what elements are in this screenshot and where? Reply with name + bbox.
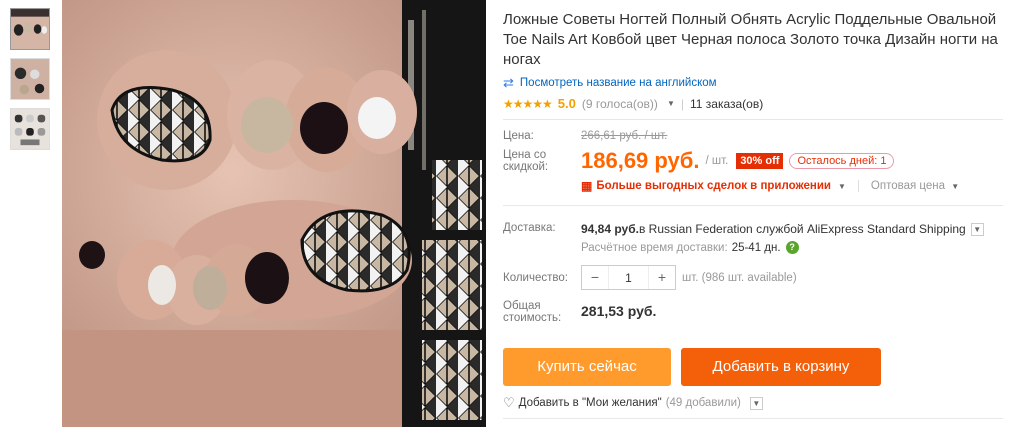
grid-icon: ▦ [581, 179, 593, 193]
delivery-time-label: Расчётное время доставки: [581, 241, 728, 254]
quantity-increase-button[interactable]: + [649, 266, 675, 289]
price-label: Цена: [503, 130, 534, 142]
app-deals-label: Больше выгодных сделок в приложении [596, 180, 831, 192]
wishlist-link[interactable]: Добавить в "Мои желания" [519, 397, 662, 409]
divider [503, 119, 1003, 120]
chevron-down-icon: ▼ [951, 182, 960, 191]
discount-badge: 30% off [736, 153, 784, 169]
thumbnail-image [11, 109, 49, 149]
divider [503, 418, 1003, 419]
translate-link[interactable]: ⇄ Посмотреть название на английском [503, 75, 1003, 91]
wholesale-label: Оптовая цена [870, 180, 946, 192]
per-unit: / шт. [705, 155, 729, 167]
price-section: Цена: 266,61 руб. / шт. Цена со скидкой:… [503, 130, 1003, 193]
quantity-decrease-button[interactable]: − [582, 266, 608, 289]
action-buttons: Купить сейчас Добавить в корзину [503, 348, 1003, 386]
thumbnail-1[interactable] [10, 8, 50, 50]
discount-price-label: Цена со скидкой: [503, 149, 581, 173]
divider [503, 205, 1003, 206]
thumbnail-2[interactable] [10, 58, 50, 100]
votes-link[interactable]: (9 голоса(ов)) [582, 97, 658, 111]
help-icon[interactable]: ? [785, 241, 799, 254]
divider: | [680, 96, 684, 111]
quantity-available: шт. (986 шт. available) [682, 271, 797, 284]
thumbnail-3[interactable] [10, 108, 50, 150]
chevron-down-icon: ▼ [838, 181, 846, 191]
app-deals-link[interactable]: ▦ Больше выгодных сделок в приложении ▼ [581, 179, 846, 193]
thumbnail-image [11, 59, 49, 99]
star-rating-icon: ★★★★★ [503, 96, 553, 111]
buy-now-button[interactable]: Купить сейчас [503, 348, 671, 386]
thumbnail-list [10, 8, 52, 158]
shipping-section: Доставка: 94,84 руб. в Russian Federatio… [503, 222, 1003, 254]
main-product-image[interactable] [62, 0, 486, 427]
product-info: Ложные Советы Ногтей Полный Обнять Acryl… [503, 0, 1003, 419]
shipping-destination: в Russian Federation службой AliExpress … [638, 222, 966, 236]
translate-link-label: Посмотреть название на английском [519, 77, 717, 89]
heart-plus-icon[interactable]: ♡ [503, 395, 515, 411]
discount-price: 186,69 руб. [581, 148, 700, 173]
shipping-dropdown-icon[interactable]: ▼ [970, 222, 984, 236]
quantity-input[interactable] [608, 266, 649, 289]
shipping-cost: 94,84 руб. [581, 222, 639, 236]
delivery-time: Расчётное время доставки: 25-41 дн. ? [581, 241, 984, 254]
rating-value: 5.0 [557, 96, 576, 111]
total-section: Общая стоимость: 281,53 руб. [503, 300, 1003, 324]
deals-row: ▦ Больше выгодных сделок в приложении ▼ … [503, 179, 1003, 193]
discount-label-line-1: Цена со [503, 149, 547, 161]
add-to-cart-button[interactable]: Добавить в корзину [681, 348, 881, 386]
total-label-line-1: Общая [503, 300, 541, 312]
delivery-time-value: 25-41 дн. [731, 241, 781, 254]
wishlist-row: ♡ Добавить в "Мои желания" (49 добавили)… [503, 395, 1003, 411]
total-price: 281,53 руб. [581, 303, 657, 319]
wishlist-dropdown-icon[interactable]: ▼ [749, 396, 763, 410]
discount-price-row: Цена со скидкой: 186,69 руб. / шт. 30% o… [503, 148, 1003, 174]
discount-label-line-2: скидкой: [503, 161, 549, 173]
wishlist-count: (49 добавили) [665, 397, 741, 409]
product-photo [62, 0, 486, 427]
wholesale-price-link[interactable]: Оптовая цена ▼ [857, 180, 960, 192]
thumbnail-image [11, 9, 49, 49]
days-left-badge: Осталось дней: 1 [789, 153, 895, 169]
old-price-row: Цена: 266,61 руб. / шт. [503, 130, 1003, 142]
translate-icon: ⇄ [503, 75, 514, 90]
shipping-label: Доставка: [503, 222, 556, 234]
rating-row: ★★★★★ 5.0 (9 голоса(ов)) ▼ | 11 заказа(о… [503, 96, 1003, 111]
chevron-down-icon[interactable]: ▼ [667, 99, 675, 108]
quantity-section: Количество: − + шт. (986 шт. available) [503, 265, 1003, 290]
total-label: Общая стоимость: [503, 300, 581, 324]
quantity-stepper: − + [581, 265, 676, 290]
product-title: Ложные Советы Ногтей Полный Обнять Acryl… [503, 11, 998, 68]
orders-count: 11 заказа(ов) [689, 96, 764, 111]
total-label-line-2: стоимость: [503, 312, 562, 324]
old-price: 266,61 руб. / шт. [581, 130, 668, 142]
shipping-info: 94,84 руб. в Russian Federation службой … [581, 222, 984, 236]
quantity-label: Количество: [503, 271, 568, 284]
